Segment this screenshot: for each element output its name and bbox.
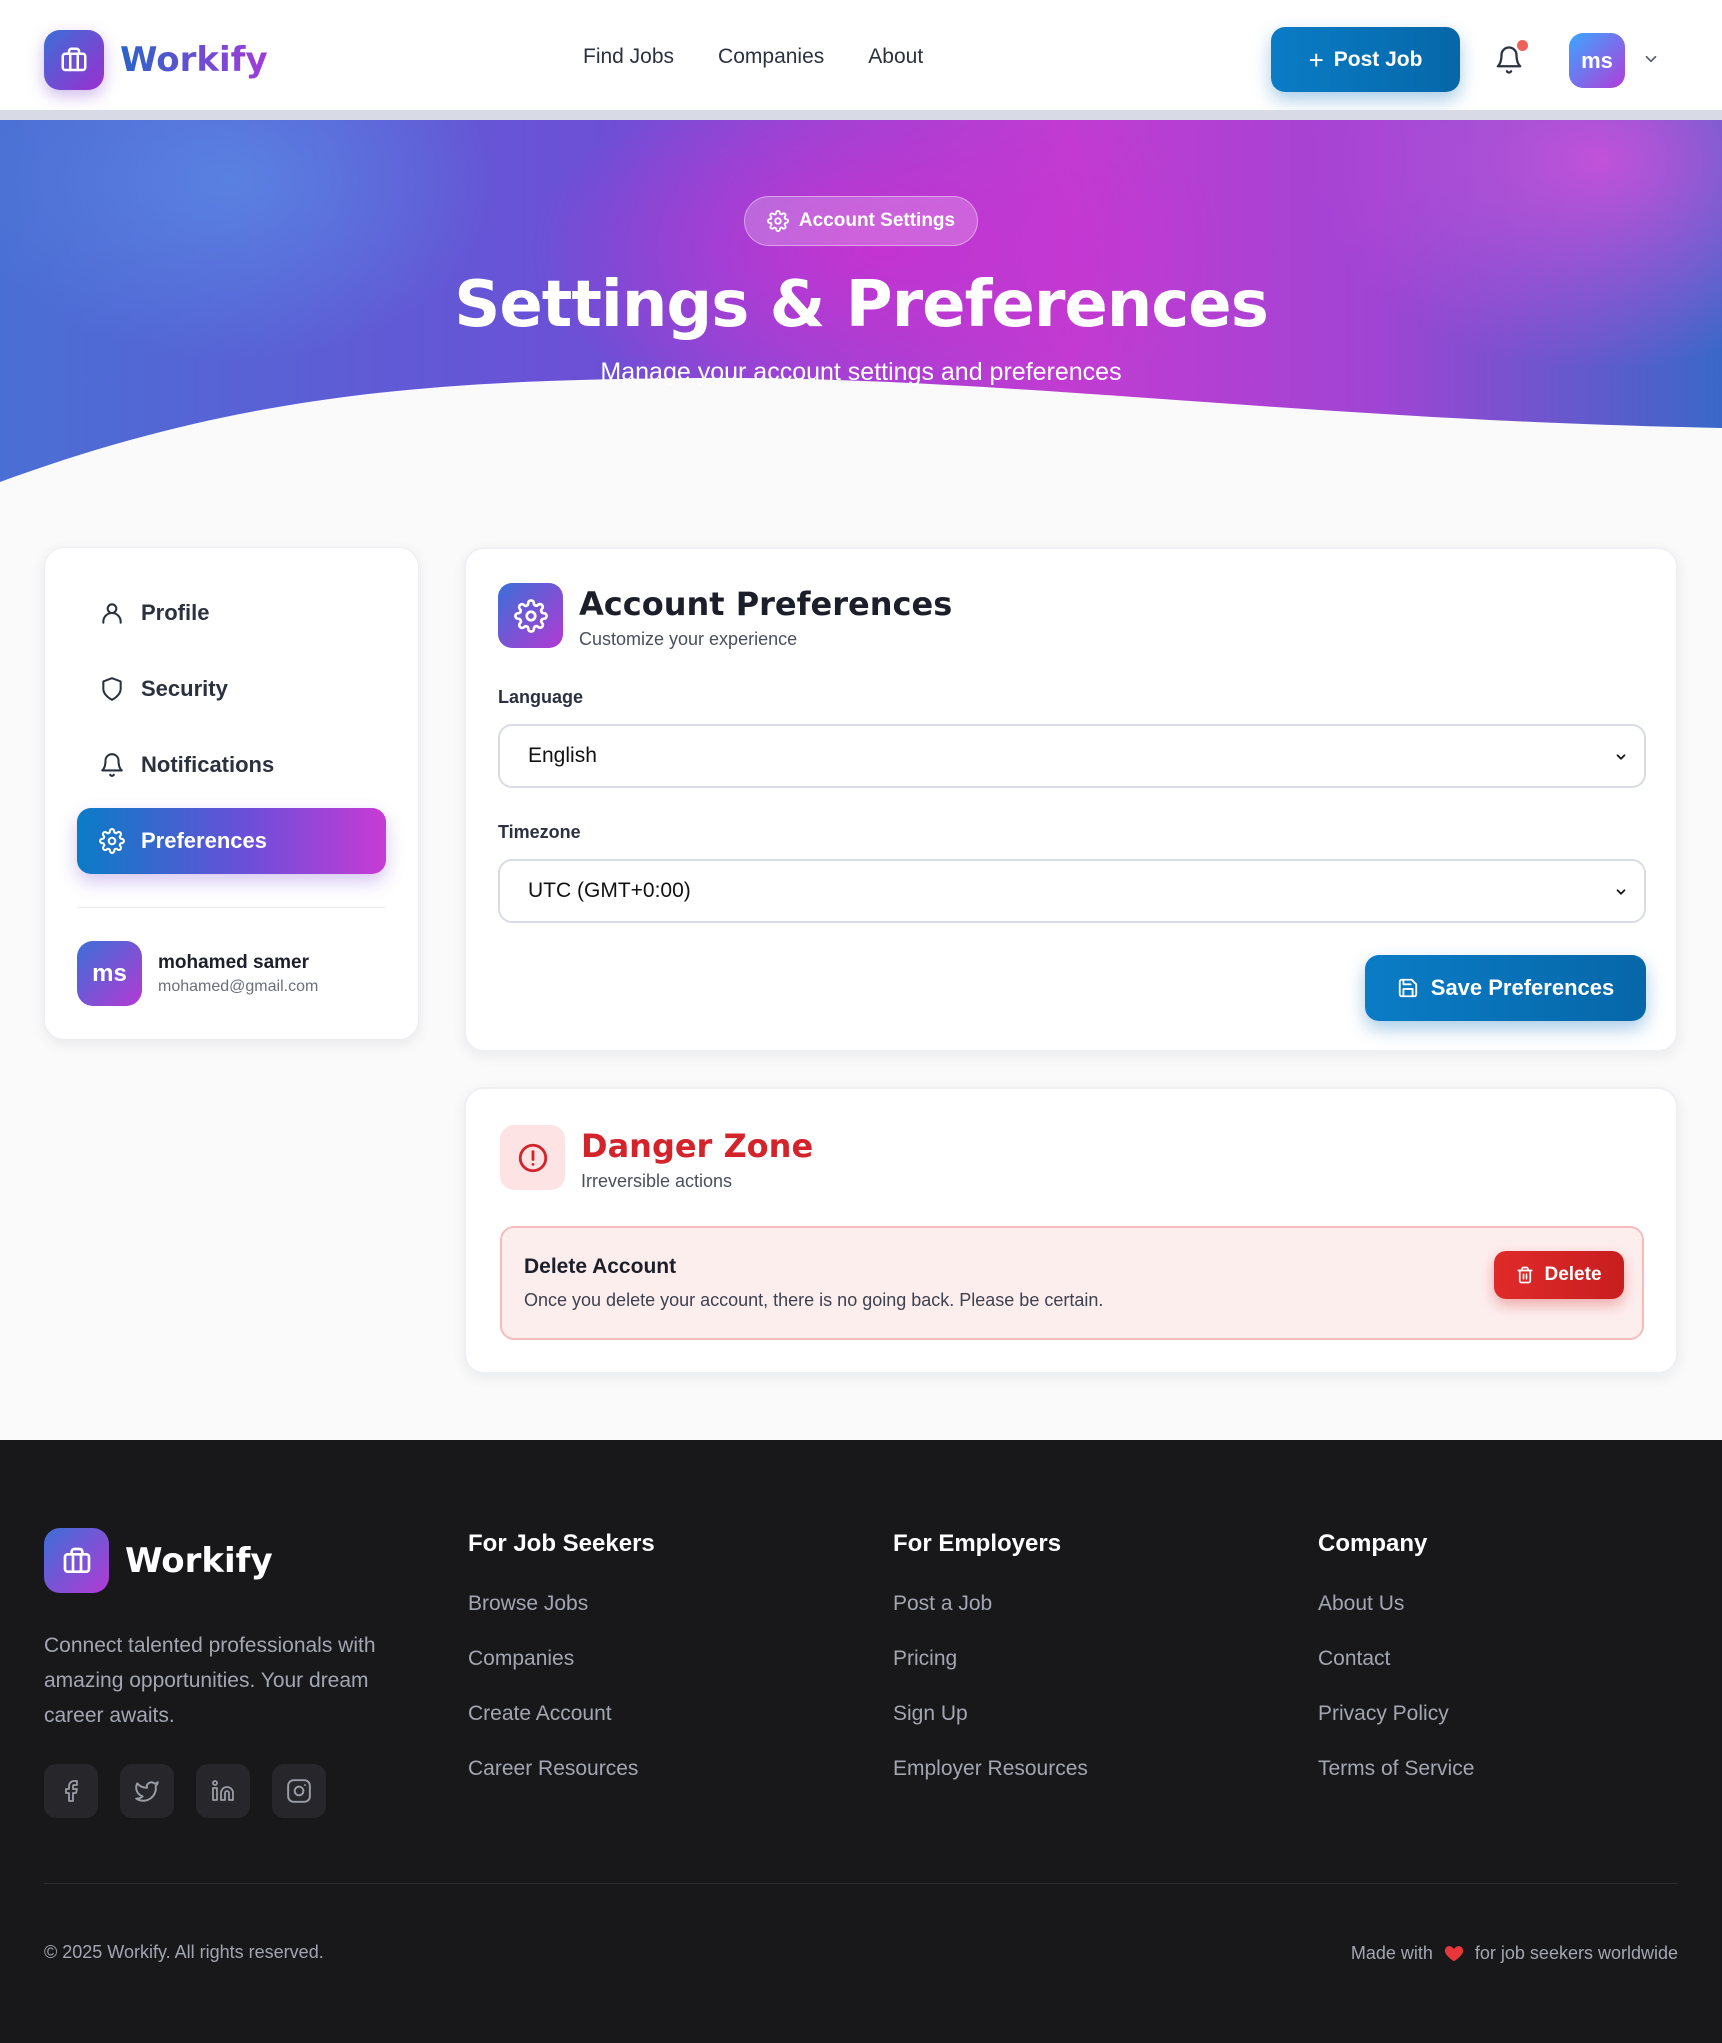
nav-link-find-jobs[interactable]: Find Jobs <box>583 45 674 69</box>
danger-title: Danger Zone <box>581 1127 814 1165</box>
trash-icon <box>1517 1266 1534 1284</box>
sidebar-item-label: Security <box>141 676 228 701</box>
notification-dot <box>1517 40 1528 51</box>
footer-col-title: For Job Seekers <box>468 1530 655 1557</box>
language-label: Language <box>498 687 584 707</box>
sidebar-item-label: Notifications <box>141 752 275 777</box>
twitter-icon[interactable] <box>120 1764 174 1818</box>
footer-link-about-us[interactable]: About Us <box>1318 1592 1474 1617</box>
hero-banner: Account Settings Settings & Preferences … <box>0 120 1722 482</box>
brand-name: Workify <box>120 40 268 80</box>
delete-label: Delete <box>1544 1264 1602 1285</box>
card-subtitle: Customize your experience <box>579 629 798 649</box>
footer-col-job-seekers: For Job Seekers Browse Jobs Companies Cr… <box>468 1530 655 1812</box>
post-job-button[interactable]: + Post Job <box>1271 27 1460 92</box>
danger-zone-card: Danger Zone Irreversible actions Delete … <box>464 1087 1678 1374</box>
footer-description: Connect talented professionals with amaz… <box>44 1634 376 1727</box>
footer-divider <box>44 1883 1678 1884</box>
top-navbar: Workify Find Jobs Companies About + Post… <box>0 0 1722 110</box>
footer-link-employer-resources[interactable]: Employer Resources <box>893 1757 1088 1782</box>
nav-link-companies[interactable]: Companies <box>718 45 824 69</box>
copyright: © 2025 Workify. All rights reserved. <box>44 1942 324 1962</box>
sidebar-item-label: Preferences <box>141 828 267 853</box>
social-links <box>44 1764 326 1818</box>
footer-link-terms[interactable]: Terms of Service <box>1318 1757 1474 1782</box>
nav-link-about[interactable]: About <box>868 45 923 69</box>
made-with-prefix: Made with <box>1350 1942 1433 1963</box>
navbar-divider <box>0 110 1722 120</box>
footer-col-employers: For Employers Post a Job Pricing Sign Up… <box>893 1530 1088 1812</box>
badge-label: Account Settings <box>798 210 956 231</box>
sidebar-user-card: ms mohamed samer mohamed@gmail.com <box>77 941 318 1006</box>
bell-icon <box>101 753 123 777</box>
save-label: Save Preferences <box>1430 975 1615 1000</box>
delete-account-title: Delete Account <box>524 1255 677 1278</box>
footer-link-privacy-policy[interactable]: Privacy Policy <box>1318 1702 1474 1727</box>
sidebar-divider <box>77 907 386 908</box>
footer-link-create-account[interactable]: Create Account <box>468 1702 655 1727</box>
footer-link-sign-up[interactable]: Sign Up <box>893 1702 1088 1727</box>
timezone-label: Timezone <box>498 822 581 842</box>
sidebar-item-notifications[interactable]: Notifications <box>77 732 386 798</box>
settings-sidebar: Profile Security Notifications Preferenc… <box>44 547 419 1040</box>
gear-icon <box>766 210 789 232</box>
danger-subtitle: Irreversible actions <box>581 1171 733 1191</box>
brand[interactable]: Workify <box>44 30 268 90</box>
account-preferences-card: Account Preferences Customize your exper… <box>464 547 1678 1052</box>
chevron-down-icon[interactable] <box>1642 50 1660 68</box>
gear-icon <box>498 583 563 648</box>
gear-icon <box>99 828 125 854</box>
plus-icon: + <box>1308 44 1324 75</box>
chevron-down-icon <box>1616 754 1626 760</box>
sidebar-item-preferences[interactable]: Preferences <box>77 808 386 874</box>
shield-icon <box>102 677 122 701</box>
made-with-suffix: for job seekers worldwide <box>1474 1942 1678 1963</box>
language-select[interactable]: English <box>498 724 1646 788</box>
page-subtitle: Manage your account settings and prefere… <box>600 358 1122 386</box>
instagram-icon[interactable] <box>272 1764 326 1818</box>
heart-icon <box>1444 1946 1464 1962</box>
save-icon <box>1398 978 1417 998</box>
language-value: English <box>528 744 597 767</box>
timezone-select[interactable]: UTC (GMT+0:00) <box>498 859 1646 923</box>
delete-account-panel: Delete Account Once you delete your acco… <box>500 1226 1644 1340</box>
footer-col-title: Company <box>1318 1530 1428 1557</box>
footer-brand-name: Workify <box>125 1540 273 1581</box>
footer-link-browse-jobs[interactable]: Browse Jobs <box>468 1592 655 1617</box>
sidebar-item-label: Profile <box>141 600 210 625</box>
sidebar-item-profile[interactable]: Profile <box>77 580 386 646</box>
sidebar-item-security[interactable]: Security <box>77 656 386 722</box>
alert-circle-icon <box>500 1125 565 1190</box>
chevron-down-icon <box>1616 889 1626 895</box>
briefcase-icon <box>44 1528 109 1593</box>
footer-brand[interactable]: Workify <box>44 1528 273 1593</box>
user-avatar[interactable]: ms <box>1569 33 1625 88</box>
footer-link-career-resources[interactable]: Career Resources <box>468 1757 655 1782</box>
footer-col-title: For Employers <box>893 1530 1062 1557</box>
avatar: ms <box>77 941 142 1006</box>
delete-account-text: Once you delete your account, there is n… <box>524 1290 1104 1310</box>
footer-link-companies[interactable]: Companies <box>468 1647 655 1672</box>
main-nav: Find Jobs Companies About <box>583 45 923 69</box>
delete-account-button[interactable]: Delete <box>1494 1251 1624 1299</box>
made-with-note: Made with for job seekers worldwide <box>1351 1942 1678 1964</box>
site-footer: Workify Connect talented professionals w… <box>0 1440 1722 2043</box>
account-settings-badge: Account Settings <box>744 196 978 246</box>
user-icon <box>102 603 122 624</box>
briefcase-icon <box>44 30 104 90</box>
page-title: Settings & Preferences <box>454 268 1269 342</box>
linkedin-icon[interactable] <box>196 1764 250 1818</box>
user-email: mohamed@gmail.com <box>158 977 319 995</box>
timezone-value: UTC (GMT+0:00) <box>528 879 691 902</box>
facebook-icon[interactable] <box>44 1764 98 1818</box>
footer-link-pricing[interactable]: Pricing <box>893 1647 1088 1672</box>
post-job-label: Post Job <box>1333 47 1423 71</box>
user-name: mohamed samer <box>158 951 310 973</box>
footer-link-contact[interactable]: Contact <box>1318 1647 1474 1672</box>
footer-col-company: Company About Us Contact Privacy Policy … <box>1318 1530 1474 1812</box>
save-preferences-button[interactable]: Save Preferences <box>1365 955 1646 1021</box>
card-title: Account Preferences <box>579 585 953 623</box>
footer-link-post-a-job[interactable]: Post a Job <box>893 1592 1088 1617</box>
